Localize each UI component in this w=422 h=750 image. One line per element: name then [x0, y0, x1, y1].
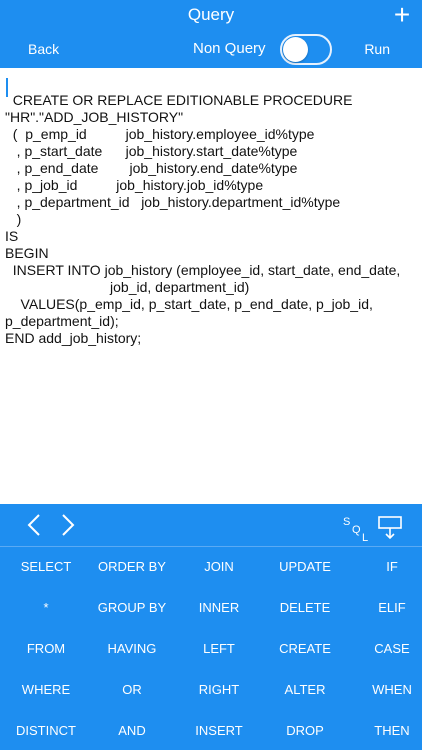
key-asterisk[interactable]: * [4, 593, 88, 623]
svg-text:L: L [362, 532, 368, 542]
key-when[interactable]: WHEN [350, 675, 422, 705]
key-where[interactable]: WHERE [4, 675, 88, 705]
sql-keyword-keyboard: SELECT ORDER BY JOIN UPDATE IF * GROUP B… [0, 546, 422, 750]
sql-icon[interactable]: S Q L [342, 514, 372, 542]
navigation-bar: Query + Back Non Query Run [0, 0, 422, 68]
key-right[interactable]: RIGHT [177, 675, 261, 705]
non-query-toggle[interactable] [280, 34, 332, 65]
key-and[interactable]: AND [90, 716, 174, 746]
key-drop[interactable]: DROP [263, 716, 347, 746]
key-insert[interactable]: INSERT [177, 716, 261, 746]
chevron-left-icon[interactable] [22, 512, 48, 538]
query-mode-label: Non Query [193, 40, 266, 57]
key-distinct[interactable]: DISTINCT [4, 716, 88, 746]
key-case[interactable]: CASE [350, 634, 422, 664]
key-if[interactable]: IF [350, 552, 422, 582]
key-group-by[interactable]: GROUP BY [90, 593, 174, 623]
key-elif[interactable]: ELIF [350, 593, 422, 623]
chevron-right-icon[interactable] [54, 512, 80, 538]
key-alter[interactable]: ALTER [263, 675, 347, 705]
plus-icon[interactable]: + [390, 1, 414, 30]
run-button[interactable]: Run [364, 41, 390, 57]
toggle-knob [283, 37, 308, 62]
back-button[interactable]: Back [28, 41, 59, 57]
key-then[interactable]: THEN [350, 716, 422, 746]
key-update[interactable]: UPDATE [263, 552, 347, 582]
key-from[interactable]: FROM [4, 634, 88, 664]
hide-keyboard-icon[interactable] [377, 515, 403, 541]
sql-code-text[interactable]: CREATE OR REPLACE EDITIONABLE PROCEDURE … [5, 92, 400, 347]
key-inner[interactable]: INNER [177, 593, 261, 623]
keyboard-accessory-bar: S Q L [0, 504, 422, 546]
svg-text:Q: Q [352, 524, 361, 536]
key-order-by[interactable]: ORDER BY [90, 552, 174, 582]
page-title: Query [187, 5, 235, 24]
key-create[interactable]: CREATE [263, 634, 347, 664]
key-select[interactable]: SELECT [4, 552, 88, 582]
key-left[interactable]: LEFT [177, 634, 261, 664]
key-or[interactable]: OR [90, 675, 174, 705]
key-join[interactable]: JOIN [177, 552, 261, 582]
key-delete[interactable]: DELETE [263, 593, 347, 623]
svg-text:S: S [343, 516, 350, 528]
sql-editor[interactable]: CREATE OR REPLACE EDITIONABLE PROCEDURE … [0, 68, 422, 504]
key-having[interactable]: HAVING [90, 634, 174, 664]
